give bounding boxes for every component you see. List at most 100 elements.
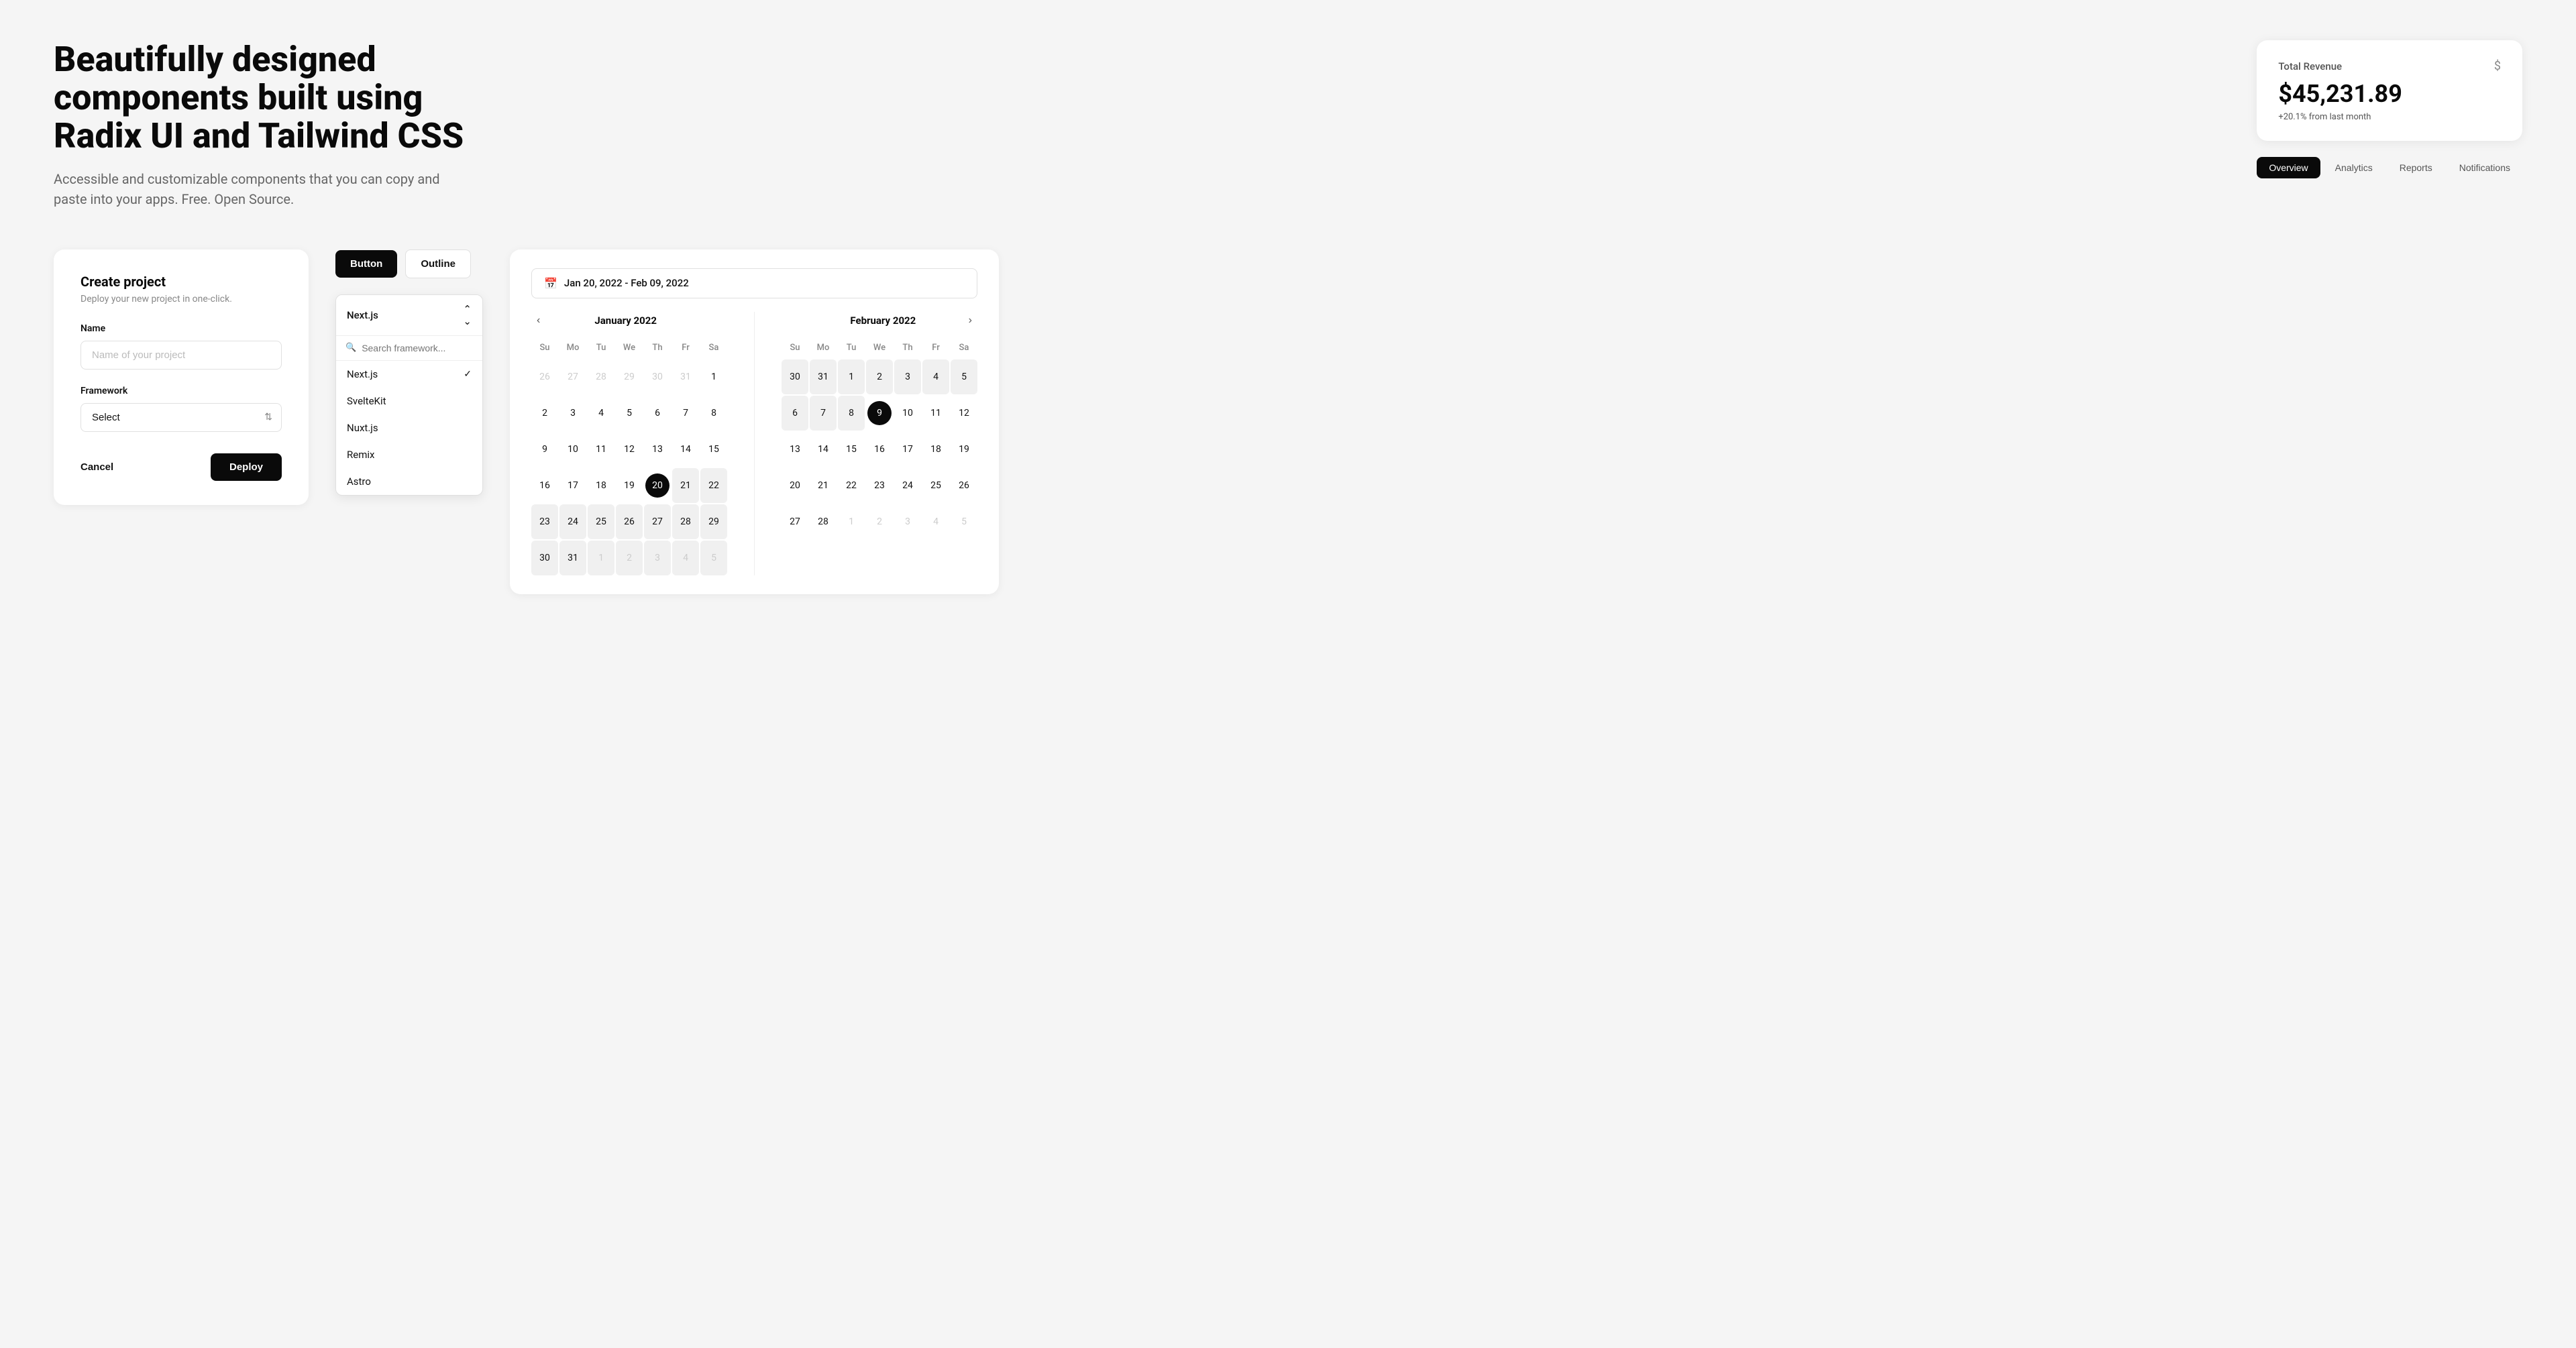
feb-day-13[interactable]: 13 — [782, 432, 808, 467]
jan-overflow-2[interactable]: 2 — [616, 541, 643, 575]
jan-day-11[interactable]: 11 — [588, 432, 614, 467]
jan-day-14[interactable]: 14 — [672, 432, 699, 467]
dropdown-item-nextjs[interactable]: Next.js ✓ — [336, 361, 482, 388]
jan-overflow-3[interactable]: 3 — [644, 541, 671, 575]
feb-day-27[interactable]: 27 — [782, 504, 808, 539]
feb-overflow2-4[interactable]: 4 — [922, 504, 949, 539]
prev-month-button[interactable]: ‹ — [531, 312, 545, 329]
feb-day-10[interactable]: 10 — [894, 396, 921, 431]
date-range-bar[interactable]: 📅 Jan 20, 2022 - Feb 09, 2022 — [531, 268, 977, 298]
tab-overview[interactable]: Overview — [2257, 157, 2320, 178]
jan-day-5[interactable]: 5 — [616, 396, 643, 431]
jan-day-16[interactable]: 16 — [531, 468, 558, 503]
cancel-button[interactable]: Cancel — [80, 461, 113, 473]
jan-overflow-1[interactable]: 1 — [588, 541, 614, 575]
feb-day-20[interactable]: 20 — [782, 468, 808, 503]
dropdown-item-remix[interactable]: Remix — [336, 441, 482, 468]
feb-day-19[interactable]: 19 — [951, 432, 977, 467]
feb-day-14[interactable]: 14 — [810, 432, 837, 467]
framework-select[interactable]: Select Next.js SvelteKit Nuxt.js Remix A… — [80, 403, 282, 432]
jan-day-10[interactable]: 10 — [559, 432, 586, 467]
dropdown-item-astro[interactable]: Astro — [336, 468, 482, 495]
dropdown-trigger[interactable]: Next.js ⌃⌄ — [336, 295, 482, 336]
feb-day-8[interactable]: 8 — [838, 396, 865, 431]
jan-day-18[interactable]: 18 — [588, 468, 614, 503]
deploy-button[interactable]: Deploy — [211, 453, 282, 481]
jan-day-27b[interactable]: 27 — [644, 504, 671, 539]
jan-day-13[interactable]: 13 — [644, 432, 671, 467]
feb-day-11[interactable]: 11 — [922, 396, 949, 431]
feb-overflow2-3[interactable]: 3 — [894, 504, 921, 539]
jan-day-30[interactable]: 30 — [531, 541, 558, 575]
feb-day-6[interactable]: 6 — [782, 396, 808, 431]
jan-day-3[interactable]: 3 — [559, 396, 586, 431]
revenue-header: Total Revenue $ — [2278, 59, 2501, 73]
feb-day-5[interactable]: 5 — [951, 359, 977, 394]
feb-day-22[interactable]: 22 — [838, 468, 865, 503]
jan-day-1[interactable]: 1 — [700, 359, 727, 394]
jan-day-24[interactable]: 24 — [559, 504, 586, 539]
feb-day-15[interactable]: 15 — [838, 432, 865, 467]
jan-day-22[interactable]: 22 — [700, 468, 727, 503]
jan-overflow-5[interactable]: 5 — [700, 541, 727, 575]
jan-day-28[interactable]: 28 — [588, 359, 614, 394]
feb-day-23[interactable]: 23 — [866, 468, 893, 503]
feb-day-2[interactable]: 2 — [866, 359, 893, 394]
jan-day-19[interactable]: 19 — [616, 468, 643, 503]
jan-day-25[interactable]: 25 — [588, 504, 614, 539]
feb-day-21[interactable]: 21 — [810, 468, 837, 503]
jan-day-29[interactable]: 29 — [616, 359, 643, 394]
dropdown-item-nuxtjs[interactable]: Nuxt.js — [336, 414, 482, 441]
feb-day-9[interactable]: 9 — [866, 396, 893, 431]
jan-day-6[interactable]: 6 — [644, 396, 671, 431]
feb-day-1[interactable]: 1 — [838, 359, 865, 394]
jan-day-31[interactable]: 31 — [672, 359, 699, 394]
outline-button[interactable]: Outline — [405, 249, 471, 278]
jan-day-20[interactable]: 20 — [644, 468, 671, 503]
jan-day-17[interactable]: 17 — [559, 468, 586, 503]
feb-day-24[interactable]: 24 — [894, 468, 921, 503]
jan-day-26b[interactable]: 26 — [616, 504, 643, 539]
feb-day-26[interactable]: 26 — [951, 468, 977, 503]
feb-day-17[interactable]: 17 — [894, 432, 921, 467]
feb-overflow2-2[interactable]: 2 — [866, 504, 893, 539]
jan-overflow-4[interactable]: 4 — [672, 541, 699, 575]
jan-day-27[interactable]: 27 — [559, 359, 586, 394]
jan-day-7[interactable]: 7 — [672, 396, 699, 431]
jan-day-30[interactable]: 30 — [644, 359, 671, 394]
feb-day-tu: Tu — [838, 340, 865, 358]
dropdown-item-sveltekit[interactable]: SvelteKit — [336, 388, 482, 414]
tab-notifications[interactable]: Notifications — [2447, 157, 2522, 178]
feb-day-25[interactable]: 25 — [922, 468, 949, 503]
tab-reports[interactable]: Reports — [2387, 157, 2445, 178]
jan-day-15[interactable]: 15 — [700, 432, 727, 467]
feb-day-28[interactable]: 28 — [810, 504, 837, 539]
jan-day-23[interactable]: 23 — [531, 504, 558, 539]
feb-overflow2-1[interactable]: 1 — [838, 504, 865, 539]
jan-day-9[interactable]: 9 — [531, 432, 558, 467]
next-month-button[interactable]: › — [963, 312, 977, 329]
tab-analytics[interactable]: Analytics — [2323, 157, 2385, 178]
feb-overflow-31[interactable]: 31 — [810, 359, 837, 394]
jan-day-29[interactable]: 29 — [700, 504, 727, 539]
jan-day-12[interactable]: 12 — [616, 432, 643, 467]
feb-overflow2-5[interactable]: 5 — [951, 504, 977, 539]
feb-day-16[interactable]: 16 — [866, 432, 893, 467]
feb-day-sa: Sa — [951, 340, 977, 358]
feb-day-3[interactable]: 3 — [894, 359, 921, 394]
jan-day-28[interactable]: 28 — [672, 504, 699, 539]
filled-button[interactable]: Button — [335, 250, 397, 278]
jan-day-31b[interactable]: 31 — [559, 541, 586, 575]
feb-overflow-30[interactable]: 30 — [782, 359, 808, 394]
jan-day-26[interactable]: 26 — [531, 359, 558, 394]
feb-day-12[interactable]: 12 — [951, 396, 977, 431]
project-name-input[interactable] — [80, 341, 282, 370]
framework-search-input[interactable] — [362, 343, 473, 353]
jan-day-8[interactable]: 8 — [700, 396, 727, 431]
feb-day-4[interactable]: 4 — [922, 359, 949, 394]
jan-day-2[interactable]: 2 — [531, 396, 558, 431]
jan-day-4[interactable]: 4 — [588, 396, 614, 431]
feb-day-7[interactable]: 7 — [810, 396, 837, 431]
feb-day-18[interactable]: 18 — [922, 432, 949, 467]
jan-day-21[interactable]: 21 — [672, 468, 699, 503]
